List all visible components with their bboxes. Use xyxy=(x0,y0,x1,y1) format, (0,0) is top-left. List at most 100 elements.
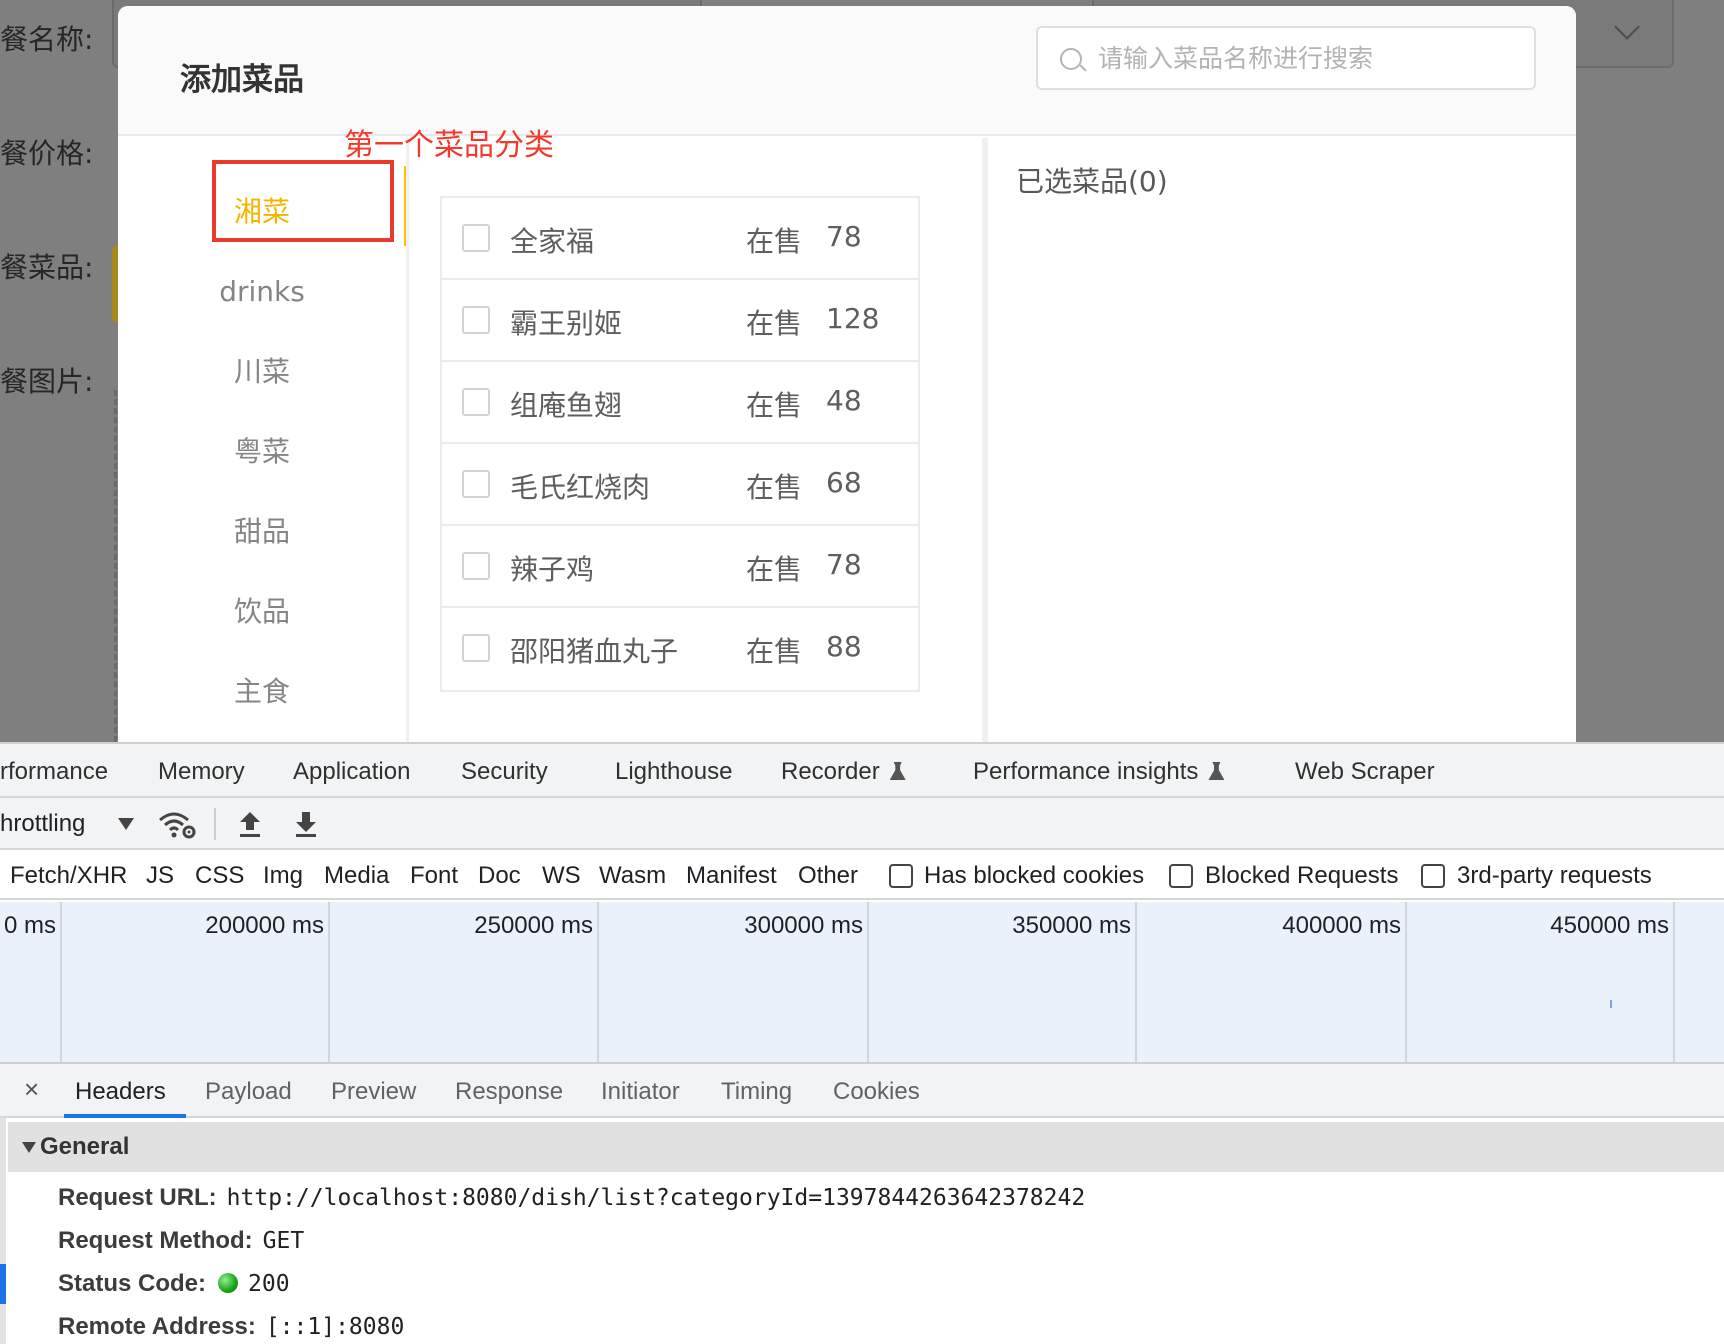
export-har-icon[interactable] xyxy=(292,808,320,840)
dish-search-box[interactable] xyxy=(1036,26,1536,90)
caret-down-icon[interactable] xyxy=(22,1142,36,1153)
form-label-image: 餐图片: xyxy=(0,365,94,398)
tab-response[interactable]: Response xyxy=(455,1078,563,1106)
blocked-requests-checkbox[interactable] xyxy=(1169,864,1193,888)
annotation-label: 第一个菜品分类 xyxy=(344,128,554,163)
tab-recorder[interactable]: Recorder xyxy=(781,758,906,786)
selected-dishes-title: 已选菜品(0) xyxy=(1016,165,1168,198)
tab-security[interactable]: Security xyxy=(461,758,548,786)
dish-row[interactable]: 组庵鱼翅 在售 48 xyxy=(442,362,918,444)
dish-row[interactable]: 全家福 在售 78 xyxy=(442,198,918,280)
blocked-requests-label[interactable]: Blocked Requests xyxy=(1205,862,1398,890)
category-item-drinks[interactable]: drinks xyxy=(118,262,406,322)
caret-down-icon[interactable] xyxy=(118,818,134,830)
timeline-gridline xyxy=(597,902,599,1062)
timeline-tick-label: 200000 ms xyxy=(205,912,324,939)
dish-checkbox[interactable] xyxy=(462,470,490,498)
tab-application[interactable]: Application xyxy=(293,758,410,786)
category-item-dessert[interactable]: 甜品 xyxy=(118,502,406,562)
dish-checkbox[interactable] xyxy=(462,306,490,334)
dish-row[interactable]: 毛氏红烧肉 在售 68 xyxy=(442,444,918,526)
dish-row[interactable]: 辣子鸡 在售 78 xyxy=(442,526,918,608)
dish-name: 组庵鱼翅 xyxy=(510,389,623,422)
header-key: Remote Address: xyxy=(58,1313,256,1340)
tab-timing[interactable]: Timing xyxy=(721,1078,792,1106)
timeline-tick-label: 350000 ms xyxy=(1012,912,1131,939)
dish-checkbox[interactable] xyxy=(462,634,490,662)
category-item-chuan[interactable]: 川菜 xyxy=(118,342,406,402)
timeline-tick-label: 450000 ms xyxy=(1550,912,1669,939)
filter-other[interactable]: Other xyxy=(798,862,858,890)
tab-performance-insights[interactable]: Performance insights xyxy=(973,758,1225,786)
header-row-request-method: Request Method: GET xyxy=(58,1227,304,1255)
dish-price: 78 xyxy=(826,220,862,253)
third-party-requests-checkbox[interactable] xyxy=(1421,864,1445,888)
dish-checkbox[interactable] xyxy=(462,388,490,416)
dialog-header: 添加菜品 xyxy=(118,6,1576,136)
tab-memory[interactable]: Memory xyxy=(158,758,245,786)
filter-js[interactable]: JS xyxy=(146,862,174,890)
throttling-select[interactable]: hrottling xyxy=(0,810,85,838)
network-conditions-icon[interactable] xyxy=(158,808,198,840)
third-party-requests-label[interactable]: 3rd-party requests xyxy=(1457,862,1652,890)
add-dish-dialog: 添加菜品 湘菜 drinks 川菜 粤菜 甜品 饮品 主食 第一个菜品分类 全家… xyxy=(118,6,1576,742)
general-section-header[interactable]: General xyxy=(8,1122,1724,1172)
header-key: Request Method: xyxy=(58,1227,253,1254)
tab-web-scraper[interactable]: Web Scraper xyxy=(1295,758,1435,786)
header-value: GET xyxy=(262,1228,305,1254)
dish-row[interactable]: 霸王别姬 在售 128 xyxy=(442,280,918,362)
form-label-price: 餐价格: xyxy=(0,137,94,170)
timeline-gridline xyxy=(60,902,62,1062)
header-value: [::1]:8080 xyxy=(265,1314,405,1340)
timeline-tick-label: 400000 ms xyxy=(1282,912,1401,939)
tab-payload[interactable]: Payload xyxy=(205,1078,292,1106)
filter-ws[interactable]: WS xyxy=(542,862,581,890)
category-item-staple[interactable]: 主食 xyxy=(118,662,406,722)
request-type-filter-bar: Fetch/XHR JS CSS Img Media Font Doc WS W… xyxy=(0,850,1724,900)
dish-checkbox[interactable] xyxy=(462,224,490,252)
filter-media[interactable]: Media xyxy=(324,862,389,890)
filter-doc[interactable]: Doc xyxy=(478,862,521,890)
dish-status: 在售 xyxy=(746,225,803,258)
dish-price: 48 xyxy=(826,384,862,417)
form-label-name: 餐名称: xyxy=(0,23,94,56)
timeline-tick-label: 300000 ms xyxy=(744,912,863,939)
tab-lighthouse[interactable]: Lighthouse xyxy=(615,758,732,786)
active-tab-underline xyxy=(64,1114,186,1118)
import-har-icon[interactable] xyxy=(236,808,264,840)
filter-img[interactable]: Img xyxy=(263,862,303,890)
dish-row[interactable]: 邵阳猪血丸子 在售 88 xyxy=(442,608,918,690)
close-icon[interactable]: × xyxy=(24,1074,39,1105)
tab-cookies[interactable]: Cookies xyxy=(833,1078,920,1106)
filter-font[interactable]: Font xyxy=(410,862,458,890)
filter-manifest[interactable]: Manifest xyxy=(686,862,777,890)
dish-list: 全家福 在售 78 霸王别姬 在售 128 组庵鱼翅 在售 48 毛氏红烧肉 在… xyxy=(440,196,920,692)
category-divider xyxy=(406,138,409,742)
tab-preview[interactable]: Preview xyxy=(331,1078,416,1106)
tab-initiator[interactable]: Initiator xyxy=(601,1078,680,1106)
search-icon xyxy=(1060,48,1082,70)
timeline-tick-label: 0 ms xyxy=(3,912,56,939)
category-item-yue[interactable]: 粤菜 xyxy=(118,422,406,482)
filter-css[interactable]: CSS xyxy=(195,862,244,890)
dish-price: 88 xyxy=(826,630,862,663)
toolbar-separator xyxy=(214,808,216,840)
dish-search-input[interactable] xyxy=(1098,38,1518,78)
devtools-panel-tabs: rformance Memory Application Security Li… xyxy=(0,744,1724,798)
has-blocked-cookies-label[interactable]: Has blocked cookies xyxy=(924,862,1144,890)
filter-fetch-xhr[interactable]: Fetch/XHR xyxy=(10,862,127,890)
dish-checkbox[interactable] xyxy=(462,552,490,580)
network-overview-timeline[interactable]: 0 ms 200000 ms 250000 ms 300000 ms 35000… xyxy=(0,902,1724,1064)
general-section-title: General xyxy=(40,1133,130,1160)
filter-wasm[interactable]: Wasm xyxy=(599,862,666,890)
tab-performance-insights-label: Performance insights xyxy=(973,758,1199,785)
bg-image-upload-border[interactable] xyxy=(114,390,117,742)
header-value: http://localhost:8080/dish/list?category… xyxy=(226,1185,1086,1211)
dish-status: 在售 xyxy=(746,553,803,586)
timeline-request-mark xyxy=(1610,1000,1612,1008)
category-item-beverage[interactable]: 饮品 xyxy=(118,582,406,642)
network-toolbar: hrottling xyxy=(0,798,1724,850)
has-blocked-cookies-checkbox[interactable] xyxy=(889,864,913,888)
tab-headers[interactable]: Headers xyxy=(75,1078,166,1106)
tab-performance[interactable]: rformance xyxy=(0,758,108,786)
